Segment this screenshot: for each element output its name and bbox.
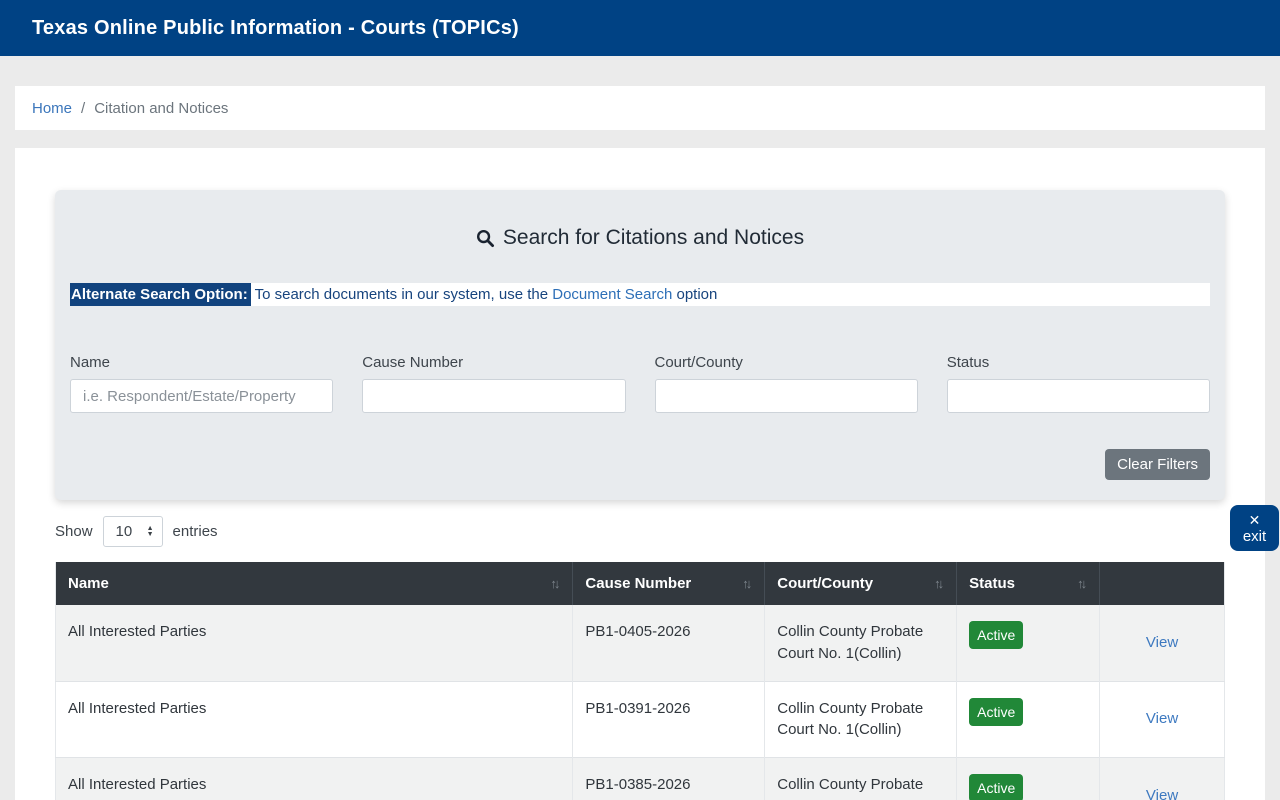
name-field-label: Name <box>70 354 111 371</box>
results-table-wrap: Name ↑↓ Cause Number ↑↓ Court/County ↑↓ … <box>55 562 1225 800</box>
cause-number-input[interactable] <box>362 379 626 413</box>
clear-filters-row: Clear Filters <box>70 449 1210 480</box>
breadcrumb: Home / Citation and Notices <box>15 86 1265 130</box>
column-header-cause-number[interactable]: Cause Number ↑↓ <box>572 562 765 605</box>
column-header-status[interactable]: Status ↑↓ <box>956 562 1100 605</box>
cell-action: View <box>1099 680 1225 758</box>
exit-button[interactable]: ✕ exit <box>1230 505 1279 551</box>
court-county-input[interactable] <box>654 379 918 413</box>
select-arrows-icon: ▲ ▼ <box>146 524 154 538</box>
cell-status: Active <box>956 605 1100 681</box>
results-table: Name ↑↓ Cause Number ↑↓ Court/County ↑↓ … <box>55 562 1225 800</box>
app-header: Texas Online Public Information - Courts… <box>0 0 1280 56</box>
cell-name: All Interested Parties <box>68 623 207 640</box>
cell-cause-number: PB1-0391-2026 <box>572 680 765 758</box>
field-court-county: Court/County <box>654 354 918 413</box>
cell-status: Active <box>956 757 1100 800</box>
court-county-field-label: Court/County <box>654 354 743 371</box>
sort-icon: ↑↓ <box>550 576 560 591</box>
cell-court-county: Collin County Probate Court No. 1(Collin… <box>764 680 957 758</box>
entries-selected-value: 10 <box>115 523 133 540</box>
cell-cause-number: PB1-0405-2026 <box>572 605 765 681</box>
content-card: Search for Citations and Notices Alterna… <box>15 148 1265 800</box>
alternate-search-label: Alternate Search Option: <box>70 283 251 306</box>
exit-button-label: exit <box>1242 527 1267 545</box>
status-field-label: Status <box>946 354 990 371</box>
status-input[interactable] <box>946 379 1210 413</box>
show-label: Show <box>55 523 93 540</box>
alternate-search-text-before: To search documents in our system, use t… <box>250 286 553 303</box>
search-panel-title: Search for Citations and Notices <box>70 226 1210 250</box>
sort-icon: ↑↓ <box>742 576 752 591</box>
table-row: All Interested Parties PB1-0391-2026 Col… <box>55 680 1225 758</box>
search-fields-row: Name Cause Number Court/County Status <box>70 354 1210 413</box>
search-panel-title-text: Search for Citations and Notices <box>502 226 805 249</box>
page-title: Texas Online Public Information - Courts… <box>32 16 519 39</box>
cell-status: Active <box>956 680 1100 758</box>
alternate-search-notice: Alternate Search Option: To search docum… <box>70 283 1210 306</box>
clear-filters-button[interactable]: Clear Filters <box>1105 449 1210 480</box>
status-badge: Active <box>969 697 1024 726</box>
cell-court-county: Collin County Probate Court No. 1(Collin… <box>764 757 957 800</box>
entries-control: Show 10 ▲ ▼ entries <box>55 516 1225 547</box>
cell-cause-number: PB1-0385-2026 <box>572 757 765 800</box>
status-badge: Active <box>969 621 1024 650</box>
cell-court-county: Collin County Probate Court No. 1(Collin… <box>764 605 957 681</box>
field-cause-number: Cause Number <box>362 354 626 413</box>
search-icon <box>476 229 495 248</box>
table-row: All Interested Parties PB1-0405-2026 Col… <box>55 605 1225 681</box>
cell-action: View <box>1099 605 1225 681</box>
view-link[interactable]: View <box>1146 634 1178 651</box>
document-search-link[interactable]: Document Search <box>552 286 672 303</box>
entries-per-page-select[interactable]: 10 ▲ ▼ <box>102 516 163 547</box>
cell-action: View <box>1099 757 1225 800</box>
breadcrumb-separator: / <box>81 99 86 117</box>
column-header-name[interactable]: Name ↑↓ <box>55 562 573 605</box>
field-status: Status <box>946 354 1210 413</box>
table-header-row: Name ↑↓ Cause Number ↑↓ Court/County ↑↓ … <box>55 562 1225 605</box>
sort-icon: ↑↓ <box>934 576 944 591</box>
table-row: All Interested Parties PB1-0385-2026 Col… <box>55 757 1225 800</box>
status-badge: Active <box>969 774 1024 800</box>
cause-number-field-label: Cause Number <box>362 354 464 371</box>
view-link[interactable]: View <box>1146 710 1178 727</box>
entries-label: entries <box>172 523 218 540</box>
breadcrumb-current: Citation and Notices <box>94 99 229 117</box>
sort-icon: ↑↓ <box>1077 576 1087 591</box>
column-header-court-county[interactable]: Court/County ↑↓ <box>764 562 957 605</box>
close-icon: ✕ <box>1248 511 1261 528</box>
alternate-search-text-after: option <box>672 286 718 303</box>
column-header-actions <box>1099 562 1225 605</box>
cell-name: All Interested Parties <box>55 757 573 800</box>
name-input[interactable] <box>70 379 334 413</box>
cell-name: All Interested Parties <box>55 680 573 758</box>
view-link[interactable]: View <box>1146 787 1178 800</box>
breadcrumb-home-link[interactable]: Home <box>32 100 72 117</box>
search-panel: Search for Citations and Notices Alterna… <box>55 190 1225 500</box>
field-name: Name <box>70 354 334 413</box>
